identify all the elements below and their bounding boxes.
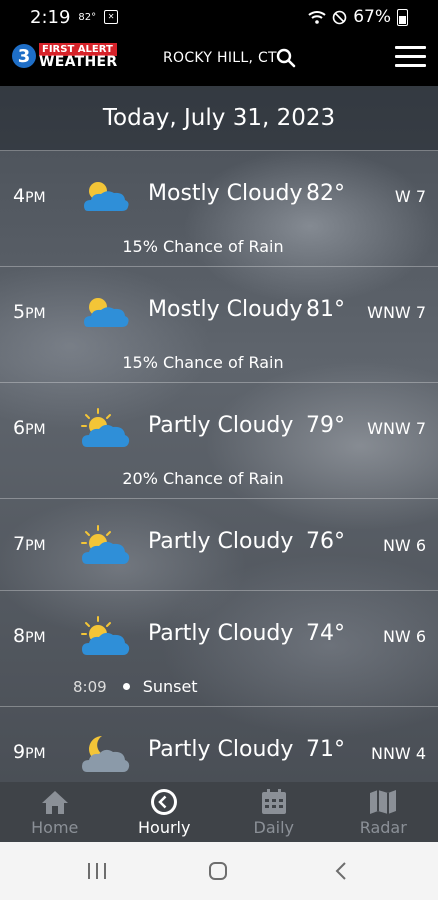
hour-row[interactable]: 6PM Partly Cloudy 79° WNW 7 20% Chance of Ra… [0,383,438,499]
do-not-disturb-icon [332,10,347,24]
hour-time: 8PM [13,625,46,647]
home-icon [41,791,68,814]
home-button[interactable] [209,862,227,880]
hour-ampm: PM [25,538,46,554]
hour-time: 9PM [13,741,46,763]
wind: NNW 4 [370,744,426,763]
date-header: Today, July 31, 2023 [0,86,438,151]
tab-hourly[interactable]: Hourly [110,782,220,842]
condition-label: Partly Cloudy [148,529,294,554]
tab-hourly-label: Hourly [138,818,191,837]
hour-row[interactable]: 9PM Partly Cloudy 71° NNW 4 [0,707,438,782]
hour-row[interactable]: 5PM Mostly Cloudy 81° WNW 7 15% Chance of Ra… [0,267,438,383]
rain-chance: 15% Chance of Rain [122,237,284,256]
hour-number: 4 [13,185,26,207]
condition-label: Partly Cloudy [148,737,294,762]
logo-weather: WEATHER [39,54,118,70]
temperature: 82° [306,181,345,206]
hour-ampm: PM [25,190,46,206]
app-header: 3 FIRST ALERT WEATHER ROCKY HILL, CT [0,34,438,86]
location-label[interactable]: ROCKY HILL, CT [163,50,277,66]
rain-chance: 20% Chance of Rain [122,469,284,488]
status-bar: 2:19 82° ✕ 67% [0,0,438,34]
temperature: 71° [306,737,345,762]
tab-daily-label: Daily [253,818,294,837]
wind: NW 6 [382,627,426,646]
status-time: 2:19 [30,6,71,28]
hour-ampm: PM [25,630,46,646]
hour-row[interactable]: 7PM Partly Cloudy 76° NW 6 [0,499,438,591]
partly-cloudy-night-icon [80,732,132,776]
logo[interactable]: 3 FIRST ALERT WEATHER [12,43,118,70]
notification-icon: ✕ [104,10,119,24]
tab-radar-label: Radar [359,818,407,837]
hour-time: 5PM [13,301,46,323]
hour-ampm: PM [25,306,46,322]
hour-number: 9 [13,741,26,763]
hour-row[interactable]: 4PM Mostly Cloudy 82° W 7 15% Chance of Rain [0,151,438,267]
status-temp: 82° [78,11,97,23]
sunset-time: 8:09 [73,677,107,696]
search-icon[interactable] [276,48,296,68]
hourly-forecast[interactable]: Today, July 31, 2023 4PM Mostly Cloudy 82°… [0,86,438,782]
logo-number: 3 [12,44,36,68]
menu-icon[interactable] [395,46,426,73]
partly-sunny-icon [80,615,132,659]
sunset-info: 8:09 Sunset [73,677,198,696]
tab-home[interactable]: Home [0,782,110,842]
recent-apps-button[interactable] [88,863,106,879]
sunset-label: Sunset [142,677,198,696]
temperature: 74° [306,621,345,646]
partly-cloudy-day-icon [80,175,132,219]
wind: WNW 7 [367,419,426,438]
calendar-icon [261,789,286,814]
tab-radar[interactable]: Radar [329,782,438,842]
sun-dot-icon [122,683,130,690]
condition-label: Mostly Cloudy [148,181,303,206]
wifi-icon [308,11,326,24]
wind: NW 6 [382,536,426,555]
hour-time: 4PM [13,185,46,207]
back-icon[interactable] [334,862,348,880]
bottom-tab-bar: Home Hourly Daily Radar [0,782,438,842]
tab-daily[interactable]: Daily [219,782,329,842]
system-nav-bar [0,842,438,900]
wind: W 7 [394,187,426,206]
temperature: 79° [306,413,345,438]
hour-row[interactable]: 8PM Partly Cloudy 74° NW 6 8:09 Sunset [0,591,438,707]
partly-cloudy-day-icon [80,291,132,335]
temperature: 76° [306,529,345,554]
wind: WNW 7 [367,303,426,322]
hour-ampm: PM [25,422,46,438]
battery-icon [397,8,408,26]
partly-sunny-icon [80,407,132,451]
partly-sunny-icon [80,524,132,568]
condition-label: Partly Cloudy [148,413,294,438]
hour-number: 8 [13,625,26,647]
condition-label: Mostly Cloudy [148,297,303,322]
hour-time: 6PM [13,417,46,439]
hour-number: 5 [13,301,26,323]
tab-home-label: Home [31,818,79,837]
hour-number: 6 [13,417,26,439]
hour-ampm: PM [25,746,46,762]
clock-icon [151,789,178,815]
map-icon [370,790,397,814]
rain-chance: 15% Chance of Rain [122,353,284,372]
hour-number: 7 [13,533,26,555]
battery-percent: 67% [353,7,391,27]
hour-time: 7PM [13,533,46,555]
condition-label: Partly Cloudy [148,621,294,646]
temperature: 81° [306,297,345,322]
